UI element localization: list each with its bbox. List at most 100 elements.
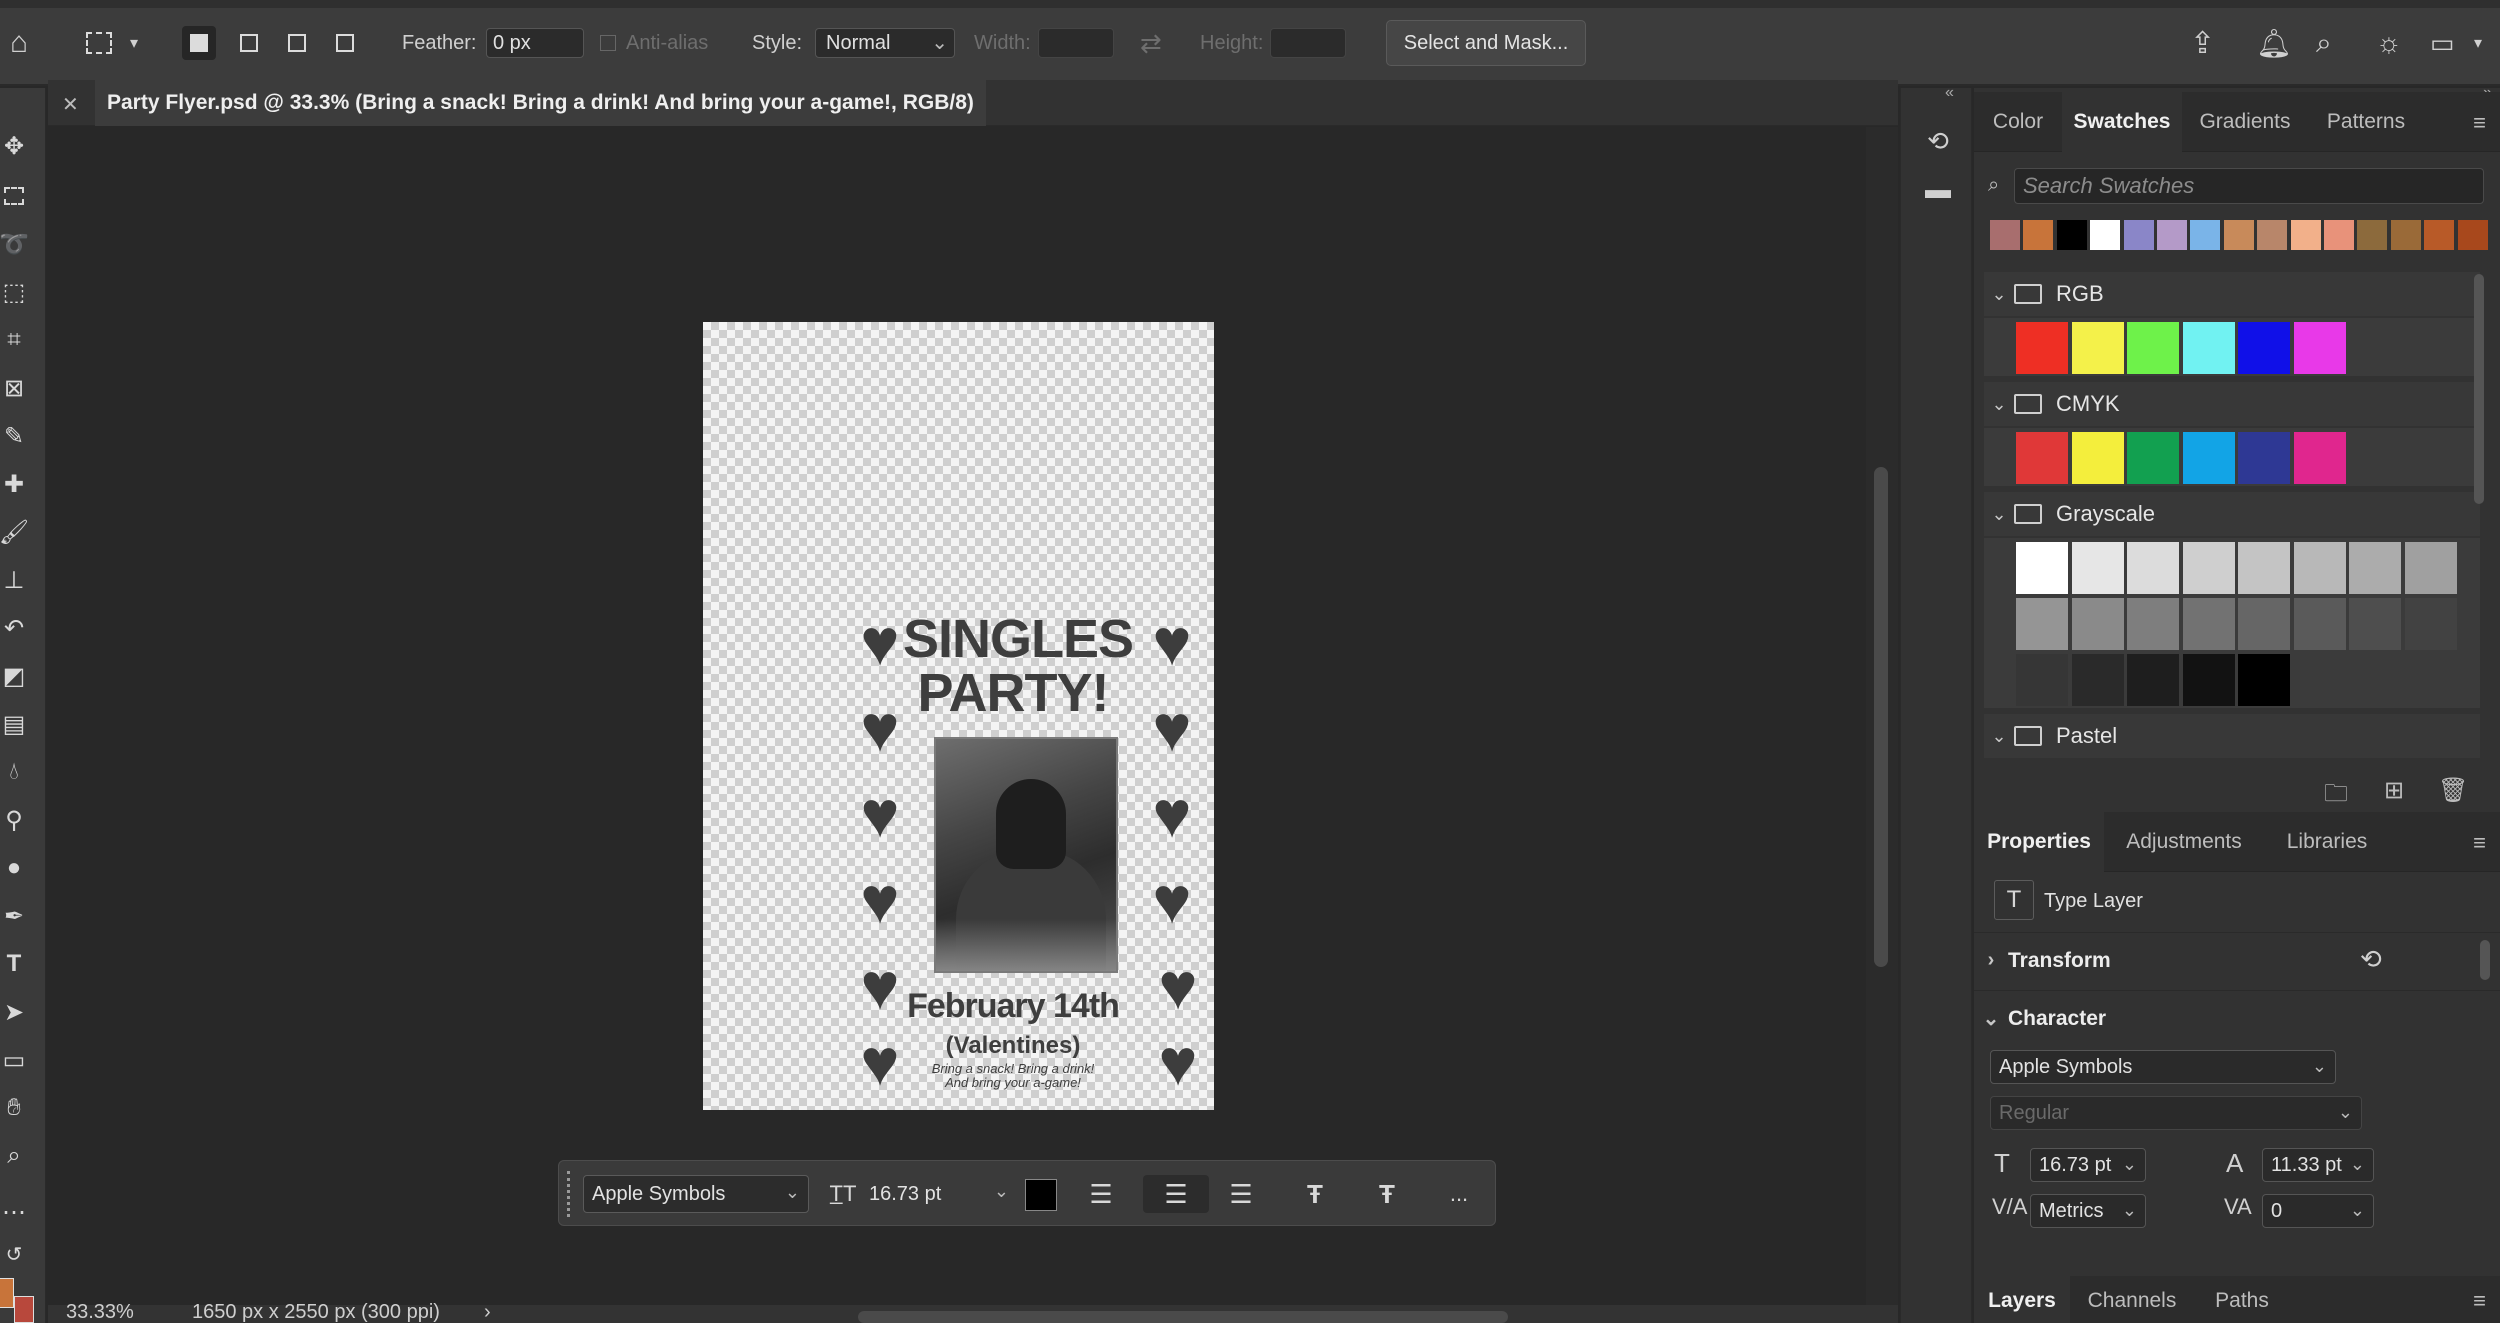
scroll-thumb[interactable] — [1874, 467, 1888, 967]
hand-tool-icon[interactable]: ✋︎ — [0, 1094, 28, 1122]
zoom-tool-icon[interactable]: ⌕ — [0, 1142, 28, 1170]
swatch[interactable] — [2182, 432, 2235, 484]
rectangle-tool-icon[interactable]: ▭ — [0, 1046, 28, 1074]
warp-text-icon[interactable]: Ŧ — [1295, 1175, 1335, 1213]
swatch[interactable] — [2071, 598, 2124, 650]
chevron-right-icon[interactable]: › — [484, 1301, 491, 1323]
share-icon[interactable]: ⇪ — [2190, 23, 2215, 63]
comments-icon[interactable]: ▬ — [1921, 172, 1955, 206]
swatch[interactable] — [2182, 542, 2235, 594]
swatch[interactable] — [2071, 432, 2124, 484]
recent-swatch[interactable] — [2157, 220, 2187, 250]
intersect-selection-icon[interactable] — [328, 26, 362, 60]
swatch[interactable] — [2182, 598, 2235, 650]
document-canvas[interactable]: ♥ ♥ ♥ ♥ ♥ ♥ ♥ ♥ ♥ ♥ ♥ ♥ SINGLES PARTY! F… — [703, 322, 1214, 1110]
recent-swatch[interactable] — [2056, 220, 2087, 250]
swatch-group-header[interactable]: ⌄ Pastel — [1984, 714, 2480, 758]
anti-alias-checkbox[interactable]: Anti-alias — [600, 23, 708, 63]
recent-swatch[interactable] — [2290, 220, 2321, 250]
dodge-tool-icon[interactable]: ⚲ — [0, 806, 28, 834]
tab-libraries[interactable]: Libraries — [2264, 812, 2390, 872]
swatch[interactable] — [2238, 654, 2290, 706]
swatch[interactable] — [2238, 432, 2290, 484]
swatch[interactable] — [2293, 432, 2346, 484]
font-family-select[interactable]: Apple Symbols ⌄ — [1990, 1050, 2336, 1084]
new-group-folder-icon[interactable]: 🗀︎ — [2324, 776, 2348, 817]
feather-input[interactable]: 0 px — [486, 28, 584, 58]
crop-tool-icon[interactable]: ⌗ — [0, 326, 28, 354]
recent-swatch[interactable] — [2324, 220, 2354, 250]
swatch[interactable] — [2293, 598, 2346, 650]
font-size-select[interactable]: 16.73 pt ⌄ — [861, 1175, 1017, 1213]
swatch[interactable] — [2404, 542, 2457, 594]
tracking-select[interactable]: 0 ⌄ — [2262, 1194, 2374, 1228]
eyedropper-tool-icon[interactable]: ✎ — [0, 422, 28, 450]
swatch[interactable] — [2016, 432, 2068, 484]
path-selection-tool-icon[interactable]: ➤ — [0, 998, 28, 1026]
text-options-icon[interactable]: Ŧ — [1367, 1175, 1407, 1213]
swatch[interactable] — [2238, 322, 2290, 374]
swatch[interactable] — [2238, 598, 2290, 650]
lightbulb-icon[interactable]: ☼ — [2376, 23, 2402, 63]
close-icon[interactable]: ✕ — [62, 92, 79, 117]
swatch[interactable] — [2293, 542, 2346, 594]
trash-icon[interactable]: 🗑︎ — [2438, 776, 2468, 805]
recent-swatch[interactable] — [2457, 220, 2488, 250]
collapse-icon[interactable]: « — [1945, 84, 1954, 102]
search-swatches-input[interactable]: Search Swatches — [2014, 168, 2484, 204]
swatch[interactable] — [2182, 322, 2235, 374]
recent-swatch[interactable] — [2390, 220, 2421, 250]
recent-swatch[interactable] — [2190, 220, 2221, 250]
recent-swatch[interactable] — [1990, 220, 2020, 250]
eraser-tool-icon[interactable]: ◩ — [0, 662, 28, 690]
flyer-small-text[interactable]: Bring a snack! Bring a drink! And bring … — [903, 1062, 1123, 1090]
font-size-select[interactable]: 16.73 pt ⌄ — [2030, 1148, 2146, 1182]
brush-tool-icon[interactable]: 🖌︎ — [0, 518, 29, 546]
new-selection-icon[interactable] — [182, 26, 216, 60]
canvas-area[interactable]: ♥ ♥ ♥ ♥ ♥ ♥ ♥ ♥ ♥ ♥ ♥ ♥ SINGLES PARTY! F… — [48, 127, 1866, 1307]
swap-icon[interactable]: ⇄ — [1140, 23, 1162, 63]
marquee-tool-icon[interactable] — [0, 182, 28, 210]
properties-scrollbar[interactable] — [2480, 940, 2490, 980]
pen-tool-icon[interactable]: ✒ — [0, 902, 28, 930]
healing-brush-tool-icon[interactable]: ✚ — [0, 470, 28, 498]
leading-select[interactable]: 11.33 pt ⌄ — [2262, 1148, 2374, 1182]
vertical-scrollbar[interactable] — [1866, 127, 1898, 1307]
swatch[interactable] — [2349, 598, 2401, 650]
swatch[interactable] — [2238, 542, 2290, 594]
select-and-mask-button[interactable]: Select and Mask... — [1386, 20, 1586, 66]
recent-swatch[interactable] — [2090, 220, 2121, 250]
zoom-level[interactable]: 33.33% — [66, 1301, 134, 1323]
align-left-icon[interactable]: ☰ — [1081, 1175, 1121, 1213]
style-select[interactable]: Normal ⌄ — [815, 28, 955, 58]
history-brush-tool-icon[interactable]: ↶ — [0, 614, 28, 642]
panel-menu-icon[interactable]: ≡ — [2473, 110, 2486, 136]
tab-layers[interactable]: Layers — [1974, 1276, 2070, 1323]
workspace-icon[interactable]: ▭ — [2430, 23, 2455, 63]
tab-channels[interactable]: Channels — [2070, 1276, 2194, 1323]
recent-swatch[interactable] — [2257, 220, 2288, 250]
text-color-swatch[interactable] — [1025, 1179, 1057, 1211]
tab-gradients[interactable]: Gradients — [2182, 92, 2308, 152]
swatch[interactable] — [2127, 654, 2179, 706]
panel-menu-icon[interactable]: ≡ — [2473, 1288, 2486, 1314]
more-options-icon[interactable]: ... — [1439, 1175, 1479, 1213]
bell-icon[interactable]: 🔔︎ — [2256, 23, 2292, 63]
horizontal-scroll-thumb[interactable] — [858, 1311, 1508, 1323]
swatch-group-header[interactable]: ⌄ CMYK — [1984, 382, 2480, 426]
add-selection-icon[interactable] — [232, 26, 266, 60]
recent-swatch[interactable] — [2424, 220, 2455, 250]
swatch[interactable] — [2016, 542, 2068, 594]
swatch-group-header[interactable]: ⌄ Grayscale — [1984, 492, 2480, 536]
height-input[interactable] — [1270, 28, 1346, 58]
swatch[interactable] — [2127, 598, 2179, 650]
font-family-select[interactable]: Apple Symbols ⌄ — [583, 1175, 809, 1213]
swatch[interactable] — [2182, 654, 2235, 706]
swatch[interactable] — [2127, 432, 2179, 484]
recent-swatch[interactable] — [2023, 220, 2054, 250]
swatch[interactable] — [2349, 542, 2401, 594]
swatch[interactable] — [2071, 322, 2124, 374]
lasso-tool-icon[interactable]: ➰ — [0, 230, 29, 258]
chevron-down-icon[interactable]: ▾ — [130, 23, 138, 63]
swatch[interactable] — [2071, 542, 2124, 594]
